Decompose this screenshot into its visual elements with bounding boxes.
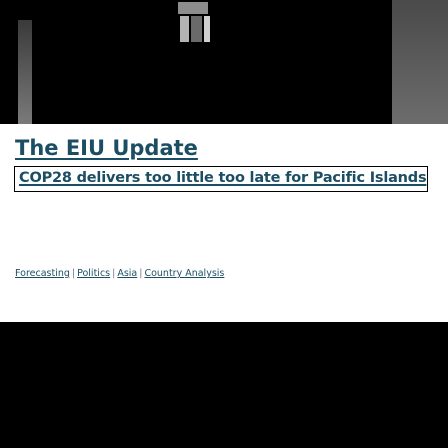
tag-link-country-analysis[interactable]: Country Analysis xyxy=(144,268,224,279)
tag-separator: | xyxy=(71,268,76,279)
article-card: The EIU Update COP28 delivers too little… xyxy=(0,124,448,322)
article-photo xyxy=(0,0,448,124)
page-background-bottom xyxy=(0,322,448,448)
headline-link[interactable]: COP28 delivers too little too late for P… xyxy=(19,170,427,186)
photo-figure-part xyxy=(191,16,202,42)
tag-list: Forecasting | Politics | Asia | Country Analys… xyxy=(15,268,224,279)
tag-separator: | xyxy=(112,268,116,279)
section-title[interactable]: The EIU Update xyxy=(15,136,198,160)
photo-light-streak-left xyxy=(18,20,32,124)
photo-figure-head xyxy=(178,2,208,14)
tag-link-politics[interactable]: Politics xyxy=(77,268,110,279)
photo-figure xyxy=(178,2,224,46)
tag-link-forecasting[interactable]: Forecasting xyxy=(15,268,70,279)
tag-link-asia[interactable]: Asia xyxy=(117,268,137,279)
photo-figure-part xyxy=(204,16,210,42)
photo-figure-part xyxy=(180,16,189,42)
headline-focus-box[interactable]: COP28 delivers too little too late for P… xyxy=(14,166,428,192)
photo-light-streak-right xyxy=(392,0,448,124)
tag-separator: | xyxy=(139,268,143,279)
